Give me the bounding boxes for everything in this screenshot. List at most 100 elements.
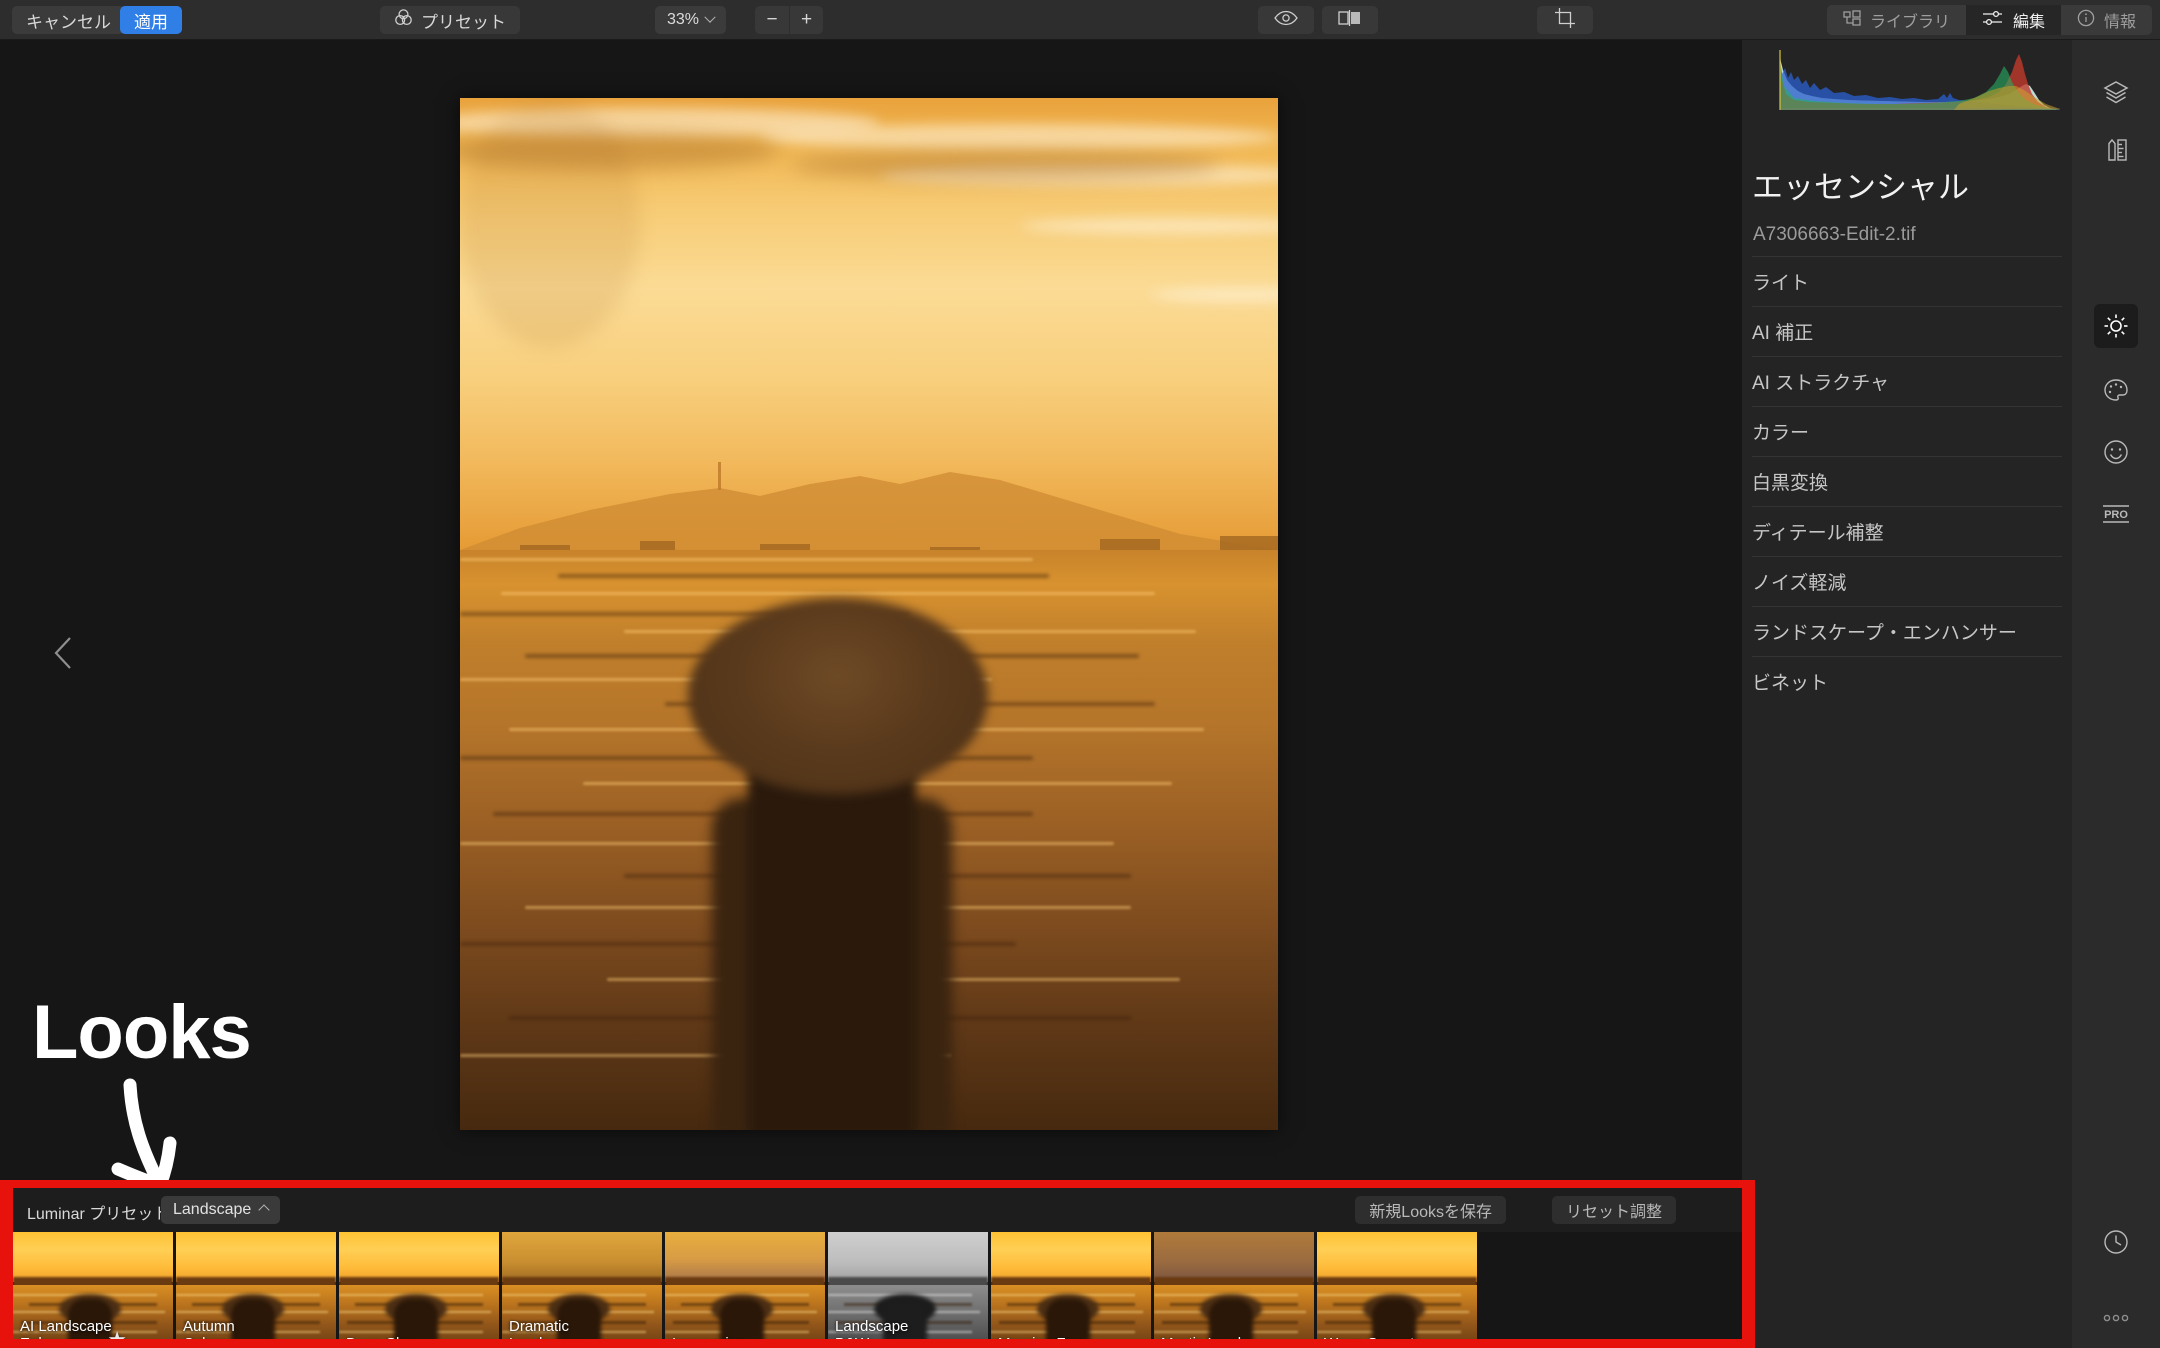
preset-landscape-bw[interactable]: Landscape B&W xyxy=(828,1232,988,1339)
adjustment-label: 白黒変換 xyxy=(1752,473,1829,494)
zoom-in-button[interactable]: + xyxy=(789,6,823,34)
reset-adjustments-label: リセット調整 xyxy=(1565,1204,1662,1221)
zoom-out-button[interactable]: − xyxy=(755,6,789,34)
zoom-level-dropdown[interactable]: 33% xyxy=(655,6,727,34)
adjustment-label: AI ストラクチャ xyxy=(1752,373,1890,394)
library-icon xyxy=(1843,9,1861,31)
adjustment-item-ai-enhance[interactable]: AI 補正 xyxy=(1752,306,2062,356)
eye-icon xyxy=(1274,10,1298,31)
looks-bar-inner: Luminar プリセット Landscape 新規Looksを保存 リセット調… xyxy=(13,1188,1742,1339)
tab-edit-label: 編集 xyxy=(2012,14,2045,31)
page-title: エッセンシャル xyxy=(1752,170,1969,205)
preset-label: Autumn Colors xyxy=(183,1318,235,1339)
cloud-shadow xyxy=(790,150,1220,180)
preset-mystic-land[interactable]: Mystic Land xyxy=(1154,1232,1314,1339)
preset-button[interactable]: プリセット xyxy=(380,6,520,34)
chevron-up-icon xyxy=(258,1204,270,1216)
looks-source-label: Luminar プリセット xyxy=(27,1206,170,1223)
adjustment-item-landscape-enhancer[interactable]: ランドスケープ・エンハンサー xyxy=(1752,606,2062,656)
adjustment-item-light[interactable]: ライト xyxy=(1752,256,2062,306)
adjustment-item-details[interactable]: ディテール補整 xyxy=(1752,506,2062,556)
split-view-icon xyxy=(1337,9,1363,32)
chevron-down-icon xyxy=(704,11,716,23)
looks-presets-bar: Luminar プリセット Landscape 新規Looksを保存 リセット調… xyxy=(0,1180,1755,1348)
view-mode-tabs[interactable]: ライブラリ 編集 情報 xyxy=(1826,5,2152,35)
save-new-look-label: 新規Looksを保存 xyxy=(1369,1204,1492,1221)
preset-morning-fog[interactable]: Morning Fog xyxy=(991,1232,1151,1339)
adjustment-item-denoise[interactable]: ノイズ軽減 xyxy=(1752,556,2062,606)
preview-toggle-button[interactable] xyxy=(1258,6,1314,34)
sliders-icon xyxy=(1982,10,2004,31)
preset-label: Warm Sunset xyxy=(1324,1335,1414,1339)
preset-ai-landscape-enhancer[interactable]: ★ AI Landscape Enhancer xyxy=(13,1232,173,1339)
preset-label: Morning Fog xyxy=(998,1335,1082,1339)
adjustment-label: ライト xyxy=(1752,273,1810,294)
tool-rail: PRO xyxy=(2072,40,2160,1348)
compare-view-button[interactable] xyxy=(1322,6,1378,34)
cancel-label: キャンセル xyxy=(26,12,111,32)
history-icon[interactable] xyxy=(2094,1220,2138,1264)
adjustment-label: ノイズ軽減 xyxy=(1752,573,1847,594)
sun-hat xyxy=(688,598,988,794)
portrait-icon[interactable] xyxy=(2094,430,2138,474)
apply-label: 適用 xyxy=(134,12,168,32)
adjustment-label: AI 補正 xyxy=(1752,323,1814,344)
venn-icon xyxy=(394,8,413,32)
adjustment-label: ビネット xyxy=(1752,673,1829,694)
adjustment-item-color[interactable]: カラー xyxy=(1752,406,2062,456)
pro-icon[interactable]: PRO xyxy=(2094,492,2138,536)
brightness-icon[interactable] xyxy=(2094,304,2138,348)
photo-canvas[interactable]: Looks xyxy=(0,40,1742,1198)
edited-photo xyxy=(460,98,1278,1130)
zoom-level-value: 33% xyxy=(667,11,700,28)
preset-deep-sky[interactable]: Deep Sky xyxy=(339,1232,499,1339)
preset-label: Impressive xyxy=(672,1335,745,1339)
tab-library-label: ライブラリ xyxy=(1869,14,1950,31)
more-icon[interactable] xyxy=(2094,1296,2138,1340)
preset-autumn-colors[interactable]: Autumn Colors xyxy=(176,1232,336,1339)
palette-icon[interactable] xyxy=(2094,368,2138,412)
adjustment-label: カラー xyxy=(1752,423,1810,444)
reset-adjustments-button[interactable]: リセット調整 xyxy=(1551,1196,1676,1224)
cloud-shadow xyxy=(460,98,640,348)
cancel-button[interactable]: キャンセル xyxy=(12,6,125,34)
apply-button[interactable]: 適用 xyxy=(120,6,182,34)
preset-thumbnail-strip[interactable]: ★ AI Landscape Enhancer Autumn Colors xyxy=(13,1232,1477,1339)
crop-icon xyxy=(1554,7,1576,34)
adjustment-item-black-and-white[interactable]: 白黒変換 xyxy=(1752,456,2062,506)
file-name-label: A7306663-Edit-2.tif xyxy=(1753,224,1916,245)
tab-library[interactable]: ライブラリ xyxy=(1827,5,1966,35)
preset-dramatic-landscape[interactable]: Dramatic Landscape xyxy=(502,1232,662,1339)
preset-label: Dramatic Landscape xyxy=(509,1318,582,1339)
adjustment-item-ai-structure[interactable]: AI ストラクチャ xyxy=(1752,356,2062,406)
previous-image-button[interactable] xyxy=(44,630,84,676)
svg-text:PRO: PRO xyxy=(2104,509,2128,521)
luminar-editor-window: キャンセル 適用 プリセット 33% − + ライブラリ 編集 情報 Looks… xyxy=(0,0,2160,1348)
tab-info[interactable]: 情報 xyxy=(2061,5,2152,35)
tab-edit[interactable]: 編集 xyxy=(1965,5,2061,35)
tab-info-label: 情報 xyxy=(2103,14,2136,31)
tools-icon[interactable] xyxy=(2094,128,2138,172)
edit-panel: エッセンシャル A7306663-Edit-2.tif ライト AI 補正 AI… xyxy=(1742,40,2072,1348)
cloud xyxy=(760,124,1278,150)
looks-annotation-label: Looks xyxy=(32,990,252,1075)
top-toolbar: キャンセル 適用 プリセット 33% − + ライブラリ 編集 情報 xyxy=(0,0,2160,40)
preset-label: Deep Sky xyxy=(346,1335,411,1339)
crop-tool-button[interactable] xyxy=(1537,6,1593,34)
preset-label: プリセット xyxy=(421,12,506,32)
preset-warm-sunset[interactable]: Warm Sunset xyxy=(1317,1232,1477,1339)
looks-category-dropdown[interactable]: Landscape xyxy=(161,1196,281,1224)
info-icon xyxy=(2077,9,2095,32)
preset-label: AI Landscape Enhancer xyxy=(20,1318,112,1339)
adjustment-label: ディテール補整 xyxy=(1752,523,1884,544)
preset-label: Landscape B&W xyxy=(835,1318,909,1339)
save-new-look-button[interactable]: 新規Looksを保存 xyxy=(1355,1196,1506,1224)
preset-impressive[interactable]: Impressive xyxy=(665,1232,825,1339)
layers-icon[interactable] xyxy=(2094,70,2138,114)
adjustment-item-vignette[interactable]: ビネット xyxy=(1752,656,2062,706)
looks-bar-header: Luminar プリセット Landscape 新規Looksを保存 リセット調… xyxy=(13,1188,1742,1232)
preset-label: Mystic Land xyxy=(1161,1335,1241,1339)
zoom-stepper[interactable]: − + xyxy=(755,6,823,34)
histogram xyxy=(1754,50,2060,110)
adjustment-label: ランドスケープ・エンハンサー xyxy=(1752,623,2017,644)
